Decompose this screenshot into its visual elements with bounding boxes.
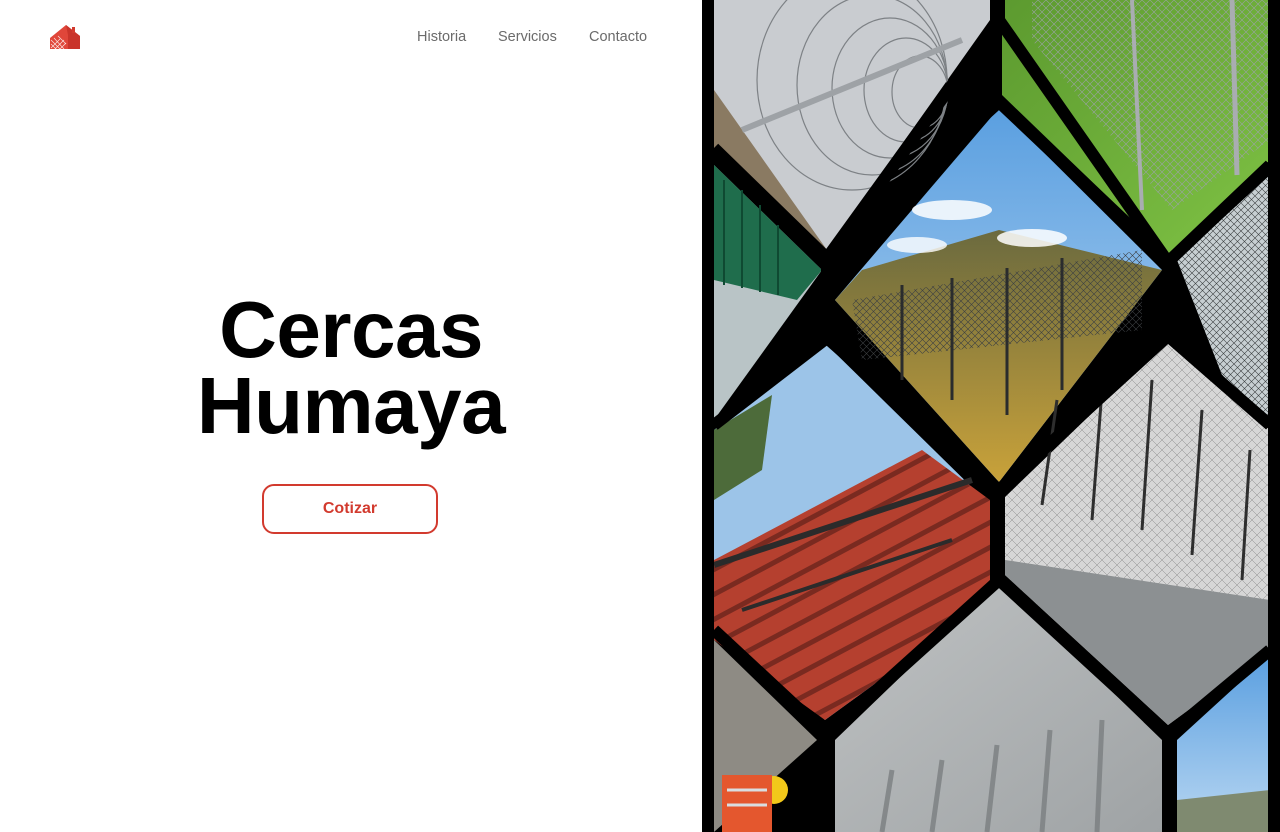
page-title-line-1: Cercas xyxy=(219,285,483,374)
house-fence-logo-icon[interactable] xyxy=(48,22,82,52)
nav-link-servicios[interactable]: Servicios xyxy=(498,28,557,46)
hero-panel: Historia Servicios Contacto Cercas Humay… xyxy=(0,0,702,832)
page-title: Cercas Humaya xyxy=(0,285,702,450)
cotizar-button[interactable]: Cotizar xyxy=(262,484,438,534)
gallery-collage xyxy=(702,0,1280,832)
landing-page: Historia Servicios Contacto Cercas Humay… xyxy=(0,0,1280,832)
hero-title-block: Cercas Humaya xyxy=(0,285,702,450)
page-title-line-2: Humaya xyxy=(196,361,506,450)
nav-link-historia[interactable]: Historia xyxy=(417,28,466,46)
photo-gallery xyxy=(702,0,1280,832)
nav-link-contacto[interactable]: Contacto xyxy=(589,28,647,46)
